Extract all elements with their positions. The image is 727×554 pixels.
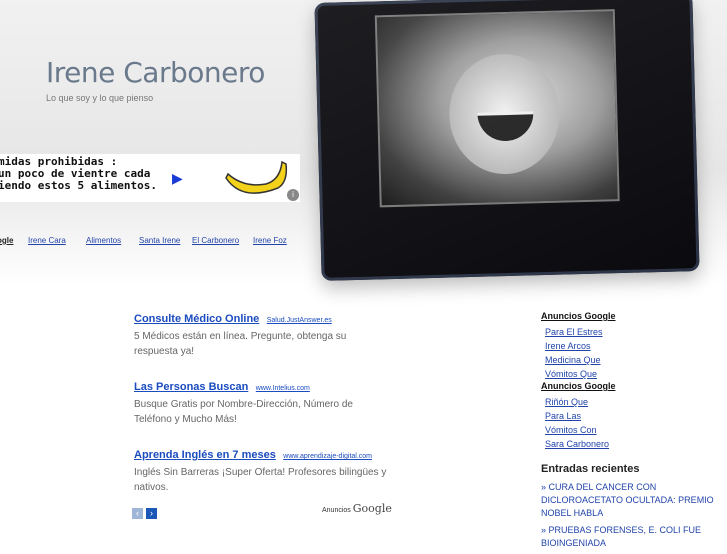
blog-title[interactable]: Irene Carbonero xyxy=(46,56,265,89)
recent-posts-title: Entradas recientes xyxy=(541,463,640,475)
google-logo: Google xyxy=(352,502,392,515)
recent-post-link[interactable]: » PRUEBAS FORENSES, E. COLI FUE BIOINGEN… xyxy=(541,524,727,550)
sidebar: Anuncios Google Para El Estres Irene Arc… xyxy=(541,311,727,554)
pager-next-button[interactable]: › xyxy=(146,508,157,519)
ad-item: Las Personas Buscan www.Intelius.com Bus… xyxy=(134,377,390,427)
link-unit-brand: ogle xyxy=(0,236,14,245)
pager-prev-button[interactable]: ‹ xyxy=(132,508,143,519)
ad-description: Busque Gratis por Nombre-Dirección, Núme… xyxy=(134,399,353,425)
ad-banner[interactable]: midas prohibidas : un poco de vientre ca… xyxy=(0,154,300,202)
banana-icon xyxy=(225,160,288,194)
link-unit-item[interactable]: El Carbonero xyxy=(192,236,239,245)
ad-url[interactable]: www.aprendizaje-digital.com xyxy=(283,453,372,460)
sidebar-ad-link[interactable]: Irene Arcos xyxy=(545,339,727,353)
sidebar-ads-heading[interactable]: Anuncios Google xyxy=(541,311,727,321)
sidebar-ad-link[interactable]: Medicina Que xyxy=(545,353,727,367)
link-unit-item[interactable]: Alimentos xyxy=(86,236,121,245)
ad-description: 5 Médicos están en línea. Pregunte, obte… xyxy=(134,331,347,357)
sidebar-ad-link[interactable]: Para El Estres xyxy=(545,325,727,339)
sidebar-ad-link[interactable]: Para Las xyxy=(545,409,727,423)
ads-by-prefix: Anuncios xyxy=(322,507,351,514)
banner-text: midas prohibidas : un poco de vientre ca… xyxy=(0,155,157,192)
recent-post-link[interactable]: » CURA DEL CANCER CON DICLOROACETATO OCU… xyxy=(541,481,727,520)
link-unit-item[interactable]: Irene Foz xyxy=(253,236,287,245)
ad-item: Aprenda Inglés en 7 meses www.aprendizaj… xyxy=(134,445,390,495)
ad-url[interactable]: Salud.JustAnswer.es xyxy=(267,317,332,324)
ad-title[interactable]: Las Personas Buscan xyxy=(134,381,248,393)
blog-header: Irene Carbonero Lo que soy y lo que pien… xyxy=(0,0,727,285)
adchoices-icon[interactable]: i xyxy=(287,189,299,201)
sidebar-ad-link[interactable]: Riñón Que xyxy=(545,395,727,409)
ad-title[interactable]: Consulte Médico Online xyxy=(134,313,259,325)
photo-frame xyxy=(314,0,700,281)
ad-pager: ‹ › xyxy=(132,503,160,521)
link-unit-item[interactable]: Santa Irene xyxy=(139,236,180,245)
ad-list: Consulte Médico Online Salud.JustAnswer.… xyxy=(134,309,390,513)
ad-url[interactable]: www.Intelius.com xyxy=(256,385,310,392)
blog-tagline: Lo que soy y lo que pienso xyxy=(46,93,154,103)
ad-title[interactable]: Aprenda Inglés en 7 meses xyxy=(134,449,276,461)
sidebar-ad-link[interactable]: Sara Carbonero xyxy=(545,437,727,451)
sidebar-ads-heading[interactable]: Anuncios Google xyxy=(541,381,727,391)
ad-description: Inglés Sin Barreras ¡Super Oferta! Profe… xyxy=(134,467,387,493)
sidebar-ad-link[interactable]: Vómitos Que xyxy=(545,367,727,381)
ad-item: Consulte Médico Online Salud.JustAnswer.… xyxy=(134,309,390,359)
play-icon[interactable]: ▶ xyxy=(172,170,183,187)
link-unit-item[interactable]: Irene Cara xyxy=(28,236,66,245)
sidebar-ad-link[interactable]: Vómitos Con xyxy=(545,423,727,437)
frame-glass xyxy=(314,0,700,281)
ads-by-google[interactable]: Anuncios Google xyxy=(322,502,392,515)
